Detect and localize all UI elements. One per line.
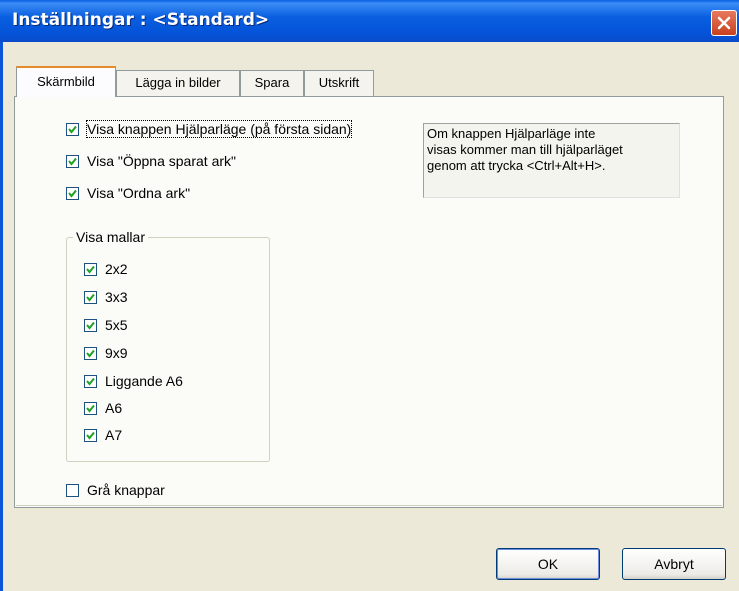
checkmark-icon — [86, 265, 95, 274]
tab-label: Spara — [254, 75, 290, 90]
checkbox-label: Visa knappen Hjälparläge (på första sida… — [85, 120, 353, 138]
checkmark-icon — [86, 404, 95, 413]
checkbox-box[interactable] — [66, 154, 79, 168]
template-a6-checkbox[interactable]: A6 — [84, 398, 122, 418]
close-icon — [717, 16, 731, 30]
template-2x2-checkbox[interactable]: 2x2 — [84, 259, 128, 279]
checkbox-label: Liggande A6 — [105, 373, 183, 389]
checkbox-box[interactable] — [84, 346, 97, 360]
template-9x9-checkbox[interactable]: 9x9 — [84, 343, 128, 363]
checkbox-box[interactable] — [66, 483, 79, 497]
settings-dialog: Inställningar : <Standard> Skärmbild Läg… — [0, 0, 739, 591]
tab-lagga-in-bilder[interactable]: Lägga in bilder — [116, 70, 240, 96]
tab-label: Lägga in bilder — [135, 75, 221, 90]
template-liggande-a6-checkbox[interactable]: Liggande A6 — [84, 371, 183, 391]
checkbox-box[interactable] — [84, 374, 97, 388]
close-button[interactable] — [711, 10, 737, 36]
checkbox-label: A6 — [105, 400, 123, 416]
checkbox-label: 3x3 — [105, 289, 128, 305]
show-help-mode-checkbox[interactable]: Visa knappen Hjälparläge (på första sida… — [66, 119, 353, 139]
title-bar[interactable]: Inställningar : <Standard> — [0, 0, 739, 42]
show-arrange-checkbox[interactable]: Visa "Ordna ark" — [66, 183, 190, 203]
template-5x5-checkbox[interactable]: 5x5 — [84, 315, 128, 335]
checkbox-box[interactable] — [84, 262, 97, 276]
checkbox-box[interactable] — [84, 401, 97, 415]
checkbox-box[interactable] — [66, 186, 79, 200]
show-open-saved-checkbox[interactable]: Visa "Öppna sparat ark" — [66, 151, 236, 171]
checkbox-label: Visa "Ordna ark" — [87, 185, 191, 201]
tab-label: Skärmbild — [37, 74, 95, 89]
checkbox-label: A7 — [105, 427, 123, 443]
window-title: Inställningar : <Standard> — [12, 10, 270, 30]
checkmark-icon — [68, 157, 77, 166]
cancel-button[interactable]: Avbryt — [622, 548, 726, 580]
info-line: visas kommer man till hjälparläget — [427, 142, 623, 157]
checkbox-label: 9x9 — [105, 345, 128, 361]
checkmark-icon — [86, 431, 95, 440]
checkmark-icon — [86, 321, 95, 330]
tab-spara[interactable]: Spara — [240, 70, 304, 96]
gray-buttons-checkbox[interactable]: Grå knappar — [66, 480, 165, 500]
info-line: Om knappen Hjälparläge inte — [427, 126, 596, 141]
template-a7-checkbox[interactable]: A7 — [84, 425, 122, 445]
checkbox-label: 2x2 — [105, 261, 128, 277]
template-3x3-checkbox[interactable]: 3x3 — [84, 287, 128, 307]
info-line: genom att trycka <Ctrl+Alt+H>. — [427, 158, 606, 173]
checkbox-box[interactable] — [84, 318, 97, 332]
window-frame — [0, 42, 3, 591]
tab-label: Utskrift — [318, 75, 360, 90]
checkbox-box[interactable] — [84, 428, 97, 442]
checkmark-icon — [86, 349, 95, 358]
group-legend: Visa mallar — [73, 229, 148, 245]
tab-utskrift[interactable]: Utskrift — [304, 70, 374, 96]
checkmark-icon — [86, 293, 95, 302]
checkmark-icon — [68, 125, 77, 134]
checkbox-label: Grå knappar — [87, 482, 165, 498]
checkbox-box[interactable] — [66, 122, 79, 136]
checkmark-icon — [86, 377, 95, 386]
checkbox-label: Visa "Öppna sparat ark" — [87, 153, 236, 169]
tab-skarmbild[interactable]: Skärmbild — [16, 66, 116, 97]
help-info-box: Om knappen Hjälparläge inte visas kommer… — [423, 123, 680, 198]
checkmark-icon — [68, 189, 77, 198]
ok-button[interactable]: OK — [496, 548, 600, 580]
checkbox-label: 5x5 — [105, 317, 128, 333]
checkbox-box[interactable] — [84, 290, 97, 304]
